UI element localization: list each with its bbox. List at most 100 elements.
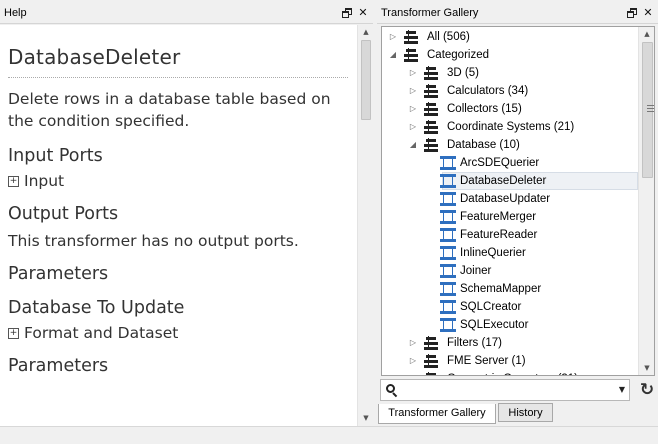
format-dataset-link[interactable]: + Format and Dataset — [8, 324, 349, 342]
expand-arrow-icon[interactable]: ▷ — [408, 336, 418, 350]
tree-item-category[interactable]: ▷ Coordinate Systems (21) — [382, 118, 638, 136]
output-ports-heading: Output Ports — [8, 204, 119, 224]
gallery-panel-titlebar: Transformer Gallery ✕ — [377, 2, 658, 24]
category-icon — [424, 102, 438, 116]
input-port-label[interactable]: Input — [24, 172, 64, 190]
tree-item-category[interactable]: ▷ Collectors (15) — [382, 100, 638, 118]
float-panel-button[interactable] — [340, 6, 354, 20]
tree-item-label: Collectors (15) — [447, 103, 522, 115]
close-panel-button[interactable]: ✕ — [356, 6, 370, 20]
category-icon — [424, 372, 438, 375]
tree-item-label: All (506) — [427, 31, 470, 43]
close-panel-button[interactable]: ✕ — [641, 6, 655, 20]
float-panel-button[interactable] — [625, 6, 639, 20]
tree-item-transformer[interactable]: SQLCreator — [382, 298, 638, 316]
scroll-up-arrow-icon[interactable]: ▲ — [639, 27, 654, 41]
tree-item-category[interactable]: ◢ Categorized — [382, 46, 638, 64]
tree-item-label: SQLExecutor — [460, 319, 529, 331]
tree-item-label: DatabaseUpdater — [460, 193, 551, 205]
tree-item-category[interactable]: ▷ Geometric Operators (31) — [382, 370, 638, 375]
tree-item-transformer[interactable]: DatabaseDeleter — [382, 172, 638, 190]
float-icon — [342, 8, 352, 18]
search-row: ▼ ↻ — [380, 379, 658, 401]
tree-item-category[interactable]: ▷ 3D (5) — [382, 64, 638, 82]
transformer-gallery-panel: Transformer Gallery ✕ ▷ All (506) ◢ Categor… — [377, 2, 658, 426]
help-panel: Help ✕ DatabaseDeleter Delete rows in a … — [0, 2, 373, 426]
tree-item-label: ArcSDEQuerier — [460, 157, 540, 169]
transformer-icon — [440, 282, 456, 296]
category-icon — [424, 84, 438, 98]
collapse-arrow-icon[interactable]: ◢ — [388, 48, 398, 62]
help-scroll-thumb[interactable] — [361, 40, 371, 120]
transformer-icon — [440, 192, 456, 206]
help-description: Delete rows in a database table based on… — [8, 90, 331, 130]
transformer-icon — [440, 210, 456, 224]
tree-scroll-thumb[interactable] — [642, 42, 654, 178]
transformer-tree[interactable]: ▷ All (506) ◢ Categorized ▷ 3D (5) ▷ Calculator… — [381, 26, 655, 376]
expand-arrow-icon[interactable]: ▷ — [408, 372, 418, 375]
tree-item-label: Filters (17) — [447, 337, 502, 349]
transformer-icon — [440, 156, 456, 170]
transformer-icon — [440, 174, 456, 188]
refresh-icon[interactable]: ↻ — [637, 380, 657, 400]
tree-scrollbar[interactable]: ▲ ▼ — [638, 27, 654, 375]
tree-item-transformer[interactable]: InlineQuerier — [382, 244, 638, 262]
scroll-down-arrow-icon[interactable]: ▼ — [639, 361, 654, 375]
expand-arrow-icon[interactable]: ▷ — [408, 120, 418, 134]
tree-item-category[interactable]: ◢ Database (10) — [382, 136, 638, 154]
expand-arrow-icon[interactable]: ▷ — [408, 84, 418, 98]
expand-arrow-icon[interactable]: ▷ — [408, 102, 418, 116]
tree-item-category[interactable]: ▷ FME Server (1) — [382, 352, 638, 370]
expand-arrow-icon[interactable]: ▷ — [388, 30, 398, 44]
tree-item-transformer[interactable]: FeatureMerger — [382, 208, 638, 226]
category-icon — [404, 30, 418, 44]
tree-item-category[interactable]: ▷ All (506) — [382, 28, 638, 46]
tree-item-label: Calculators (34) — [447, 85, 529, 97]
tree-item-label: FeatureMerger — [460, 211, 537, 223]
input-port-link[interactable]: + Input — [8, 172, 349, 190]
tree-item-label: SchemaMapper — [460, 283, 542, 295]
expand-plus-icon[interactable]: + — [8, 175, 19, 187]
category-icon — [424, 336, 438, 350]
help-scrollbar[interactable]: ▲ ▼ — [357, 25, 373, 426]
tree-item-transformer[interactable]: FeatureReader — [382, 226, 638, 244]
tree-item-category[interactable]: ▷ Calculators (34) — [382, 82, 638, 100]
expand-arrow-icon[interactable]: ▷ — [408, 354, 418, 368]
format-dataset-label[interactable]: Format and Dataset — [24, 324, 178, 342]
tab-transformer-gallery[interactable]: Transformer Gallery — [378, 404, 496, 424]
tab-history[interactable]: History — [498, 403, 553, 422]
tree-item-label: DatabaseDeleter — [460, 175, 547, 187]
search-input[interactable] — [401, 382, 609, 398]
search-box[interactable]: ▼ — [380, 379, 630, 401]
tree-item-label: InlineQuerier — [460, 247, 526, 259]
expand-plus-icon[interactable]: + — [8, 327, 19, 339]
help-panel-title: Help — [4, 7, 27, 19]
tree-item-transformer[interactable]: SQLExecutor — [382, 316, 638, 334]
transformer-icon — [440, 246, 456, 260]
output-ports-text: This transformer has no output ports. — [8, 232, 299, 250]
tree-item-transformer[interactable]: Joiner — [382, 262, 638, 280]
database-to-update-heading: Database To Update — [8, 298, 185, 318]
chevron-down-icon[interactable]: ▼ — [617, 385, 627, 395]
input-ports-heading: Input Ports — [8, 146, 103, 166]
tree-item-label: 3D (5) — [447, 67, 479, 79]
scroll-down-arrow-icon[interactable]: ▼ — [358, 411, 374, 425]
tree-item-transformer[interactable]: SchemaMapper — [382, 280, 638, 298]
help-content: DatabaseDeleter Delete rows in a databas… — [0, 25, 357, 426]
tree-item-label: Categorized — [427, 49, 490, 61]
tree-item-transformer[interactable]: ArcSDEQuerier — [382, 154, 638, 172]
scroll-up-arrow-icon[interactable]: ▲ — [358, 25, 374, 39]
gallery-panel-title: Transformer Gallery — [381, 7, 479, 19]
tree-item-label: SQLCreator — [460, 301, 522, 313]
transformer-icon — [440, 300, 456, 314]
help-panel-titlebar: Help ✕ — [0, 2, 373, 24]
category-icon — [404, 48, 418, 62]
expand-arrow-icon[interactable]: ▷ — [408, 66, 418, 80]
tree-item-label: Database (10) — [447, 139, 520, 151]
collapse-arrow-icon[interactable]: ◢ — [408, 138, 418, 152]
tree-item-transformer[interactable]: DatabaseUpdater — [382, 190, 638, 208]
parameters-heading-2: Parameters — [8, 356, 109, 376]
tree-item-category[interactable]: ▷ Filters (17) — [382, 334, 638, 352]
tree-item-label: FeatureReader — [460, 229, 538, 241]
transformer-icon — [440, 228, 456, 242]
